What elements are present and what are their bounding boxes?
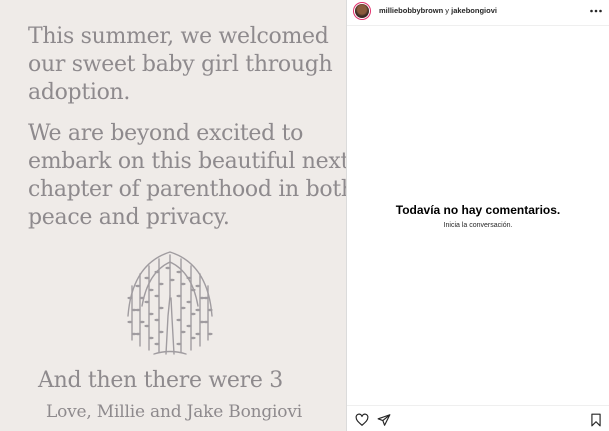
post-text-line: adoption.	[28, 80, 131, 105]
post-text-line: This summer, we welcomed	[28, 24, 329, 49]
more-icon[interactable]	[589, 4, 603, 18]
post-paragraph-2: We are beyond excited to embark on this …	[28, 120, 346, 232]
action-bar	[347, 405, 609, 431]
no-comments-title: Todavía no hay comentarios.	[395, 203, 561, 217]
author-username[interactable]: jakebongiovi	[451, 6, 497, 15]
avatar[interactable]	[355, 4, 369, 18]
post-text-line: peace and privacy.	[28, 205, 230, 230]
comments-panel: milliebobbybrown y jakebongiovi Todavía …	[346, 0, 609, 431]
post-text-line: embark on this beautiful next	[28, 149, 346, 174]
author-username[interactable]: milliebobbybrown	[379, 6, 443, 15]
no-comments-subtitle: Inicia la conversación.	[443, 222, 513, 229]
heart-icon[interactable]	[355, 413, 369, 427]
post-paragraph-1: This summer, we welcomed our sweet baby …	[28, 23, 333, 107]
post-closing-line: And then there were 3	[38, 368, 283, 393]
willow-tree-icon	[127, 251, 213, 355]
share-icon[interactable]	[377, 413, 391, 427]
author-separator: y	[445, 6, 450, 15]
post-text-line: chapter of parenthood in both	[28, 177, 346, 202]
post-header: milliebobbybrown y jakebongiovi	[347, 0, 609, 26]
bookmark-icon[interactable]	[589, 413, 603, 427]
post-text-line: We are beyond excited to	[28, 121, 304, 146]
post-signature: Love, Millie and Jake Bongiovi	[46, 402, 302, 422]
post-image: This summer, we welcomed our sweet baby …	[0, 0, 346, 431]
post-authors: milliebobbybrown y jakebongiovi	[379, 6, 497, 15]
post-text-line: our sweet baby girl through	[28, 52, 333, 77]
